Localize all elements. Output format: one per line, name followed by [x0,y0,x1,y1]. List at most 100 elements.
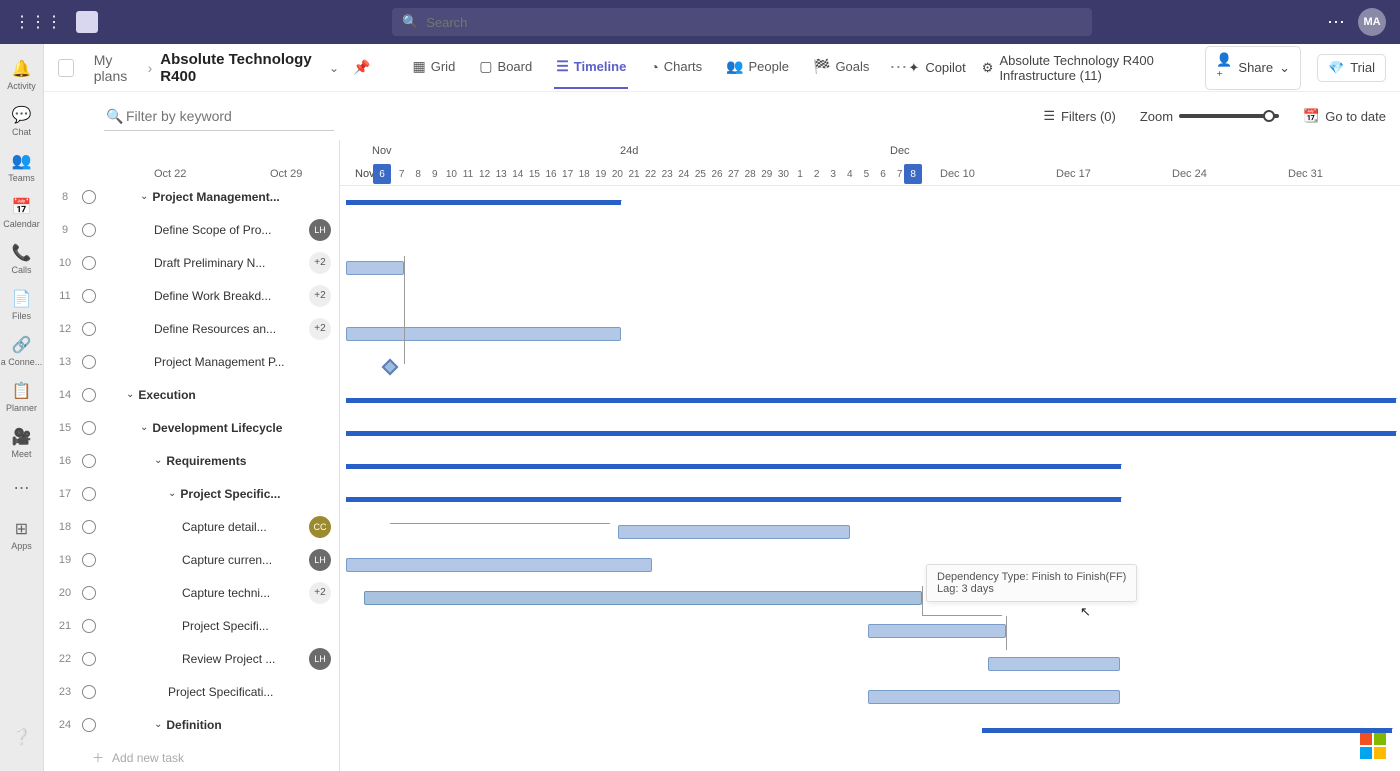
task-row[interactable]: 8⌄Project Management... [44,180,339,213]
task-label[interactable]: Define Resources an... [154,322,309,336]
share-button[interactable]: 👤⁺Share⌄ [1205,46,1301,90]
zoom-control[interactable]: Zoom [1140,109,1279,124]
add-task-button[interactable]: ＋Add new task [44,741,339,771]
complete-toggle[interactable] [82,718,96,732]
assignee-avatar[interactable]: +2 [309,252,331,274]
selected-day[interactable]: 8 [904,164,922,184]
rail-help[interactable]: ❔ [0,715,44,761]
rail-planner[interactable]: 📋Planner [0,374,44,420]
task-row[interactable]: 9Define Scope of Pro...LH [44,213,339,246]
task-row[interactable]: 10Draft Preliminary N...+2 [44,246,339,279]
task-row[interactable]: 21Project Specifi... [44,609,339,642]
trial-button[interactable]: 💎Trial [1317,54,1386,82]
assignee-avatar[interactable]: LH [309,549,331,571]
more-views-icon[interactable]: ⋯ [889,57,908,78]
task-row[interactable]: 17⌄Project Specific... [44,477,339,510]
copilot-button[interactable]: ✦Copilot [908,60,965,76]
task-label[interactable]: Project Specificati... [168,685,339,699]
task-label[interactable]: Draft Preliminary N... [154,256,309,270]
rail-calls[interactable]: 📞Calls [0,236,44,282]
tab-board[interactable]: ▢Board [477,46,534,89]
complete-toggle[interactable] [82,322,96,336]
global-search[interactable]: 🔍 [392,8,1092,36]
task-label[interactable]: Capture techni... [182,586,309,600]
plan-dropdown[interactable]: ⌄ [329,61,339,75]
task-row[interactable]: 14⌄Execution [44,378,339,411]
task-row[interactable]: 20Capture techni...+2 [44,576,339,609]
user-avatar[interactable]: MA [1358,8,1386,36]
task-row[interactable]: 11Define Work Breakd...+2 [44,279,339,312]
task-label[interactable]: Capture curren... [182,553,309,567]
task-row[interactable]: 19Capture curren...LH [44,543,339,576]
task-label[interactable]: Requirements [166,454,339,468]
task-label[interactable]: Project Specifi... [182,619,339,633]
complete-toggle[interactable] [82,685,96,699]
complete-toggle[interactable] [82,586,96,600]
task-row[interactable]: 13Project Management P... [44,345,339,378]
rail-teams[interactable]: 👥Teams [0,144,44,190]
rail-more[interactable]: ⋯ [0,466,44,512]
complete-toggle[interactable] [82,355,96,369]
task-bar[interactable] [364,591,922,605]
summary-bar[interactable] [982,728,1392,733]
rail-chat[interactable]: 💬Chat [0,98,44,144]
task-label[interactable]: Definition [166,718,339,732]
assignee-avatar[interactable]: LH [309,648,331,670]
filter-input[interactable] [104,102,334,131]
complete-toggle[interactable] [82,520,96,534]
complete-toggle[interactable] [82,223,96,237]
task-label[interactable]: Execution [138,388,339,402]
rail-meet[interactable]: 🎥Meet [0,420,44,466]
complete-toggle[interactable] [82,190,96,204]
rail-apps[interactable]: ⊞Apps [0,512,44,558]
tab-charts[interactable]: ◔Charts [648,46,704,89]
task-bar[interactable] [868,690,1120,704]
teams-app-icon[interactable] [76,11,98,33]
rail-files[interactable]: 📄Files [0,282,44,328]
go-to-date-button[interactable]: 📆Go to date [1303,108,1386,124]
assignee-avatar[interactable]: +2 [309,582,331,604]
selected-day[interactable]: 6 [373,164,391,184]
task-row[interactable]: 22Review Project ...LH [44,642,339,675]
zoom-slider[interactable] [1179,114,1279,118]
task-bar[interactable] [346,261,404,275]
complete-toggle[interactable] [82,421,96,435]
rail-connections[interactable]: 🔗a Conne... [0,328,44,374]
tab-grid[interactable]: ▦Grid [411,46,458,89]
assignee-avatar[interactable]: +2 [309,285,331,307]
tab-timeline[interactable]: ☰Timeline [554,46,628,89]
back-button[interactable] [58,59,74,77]
task-label[interactable]: Define Work Breakd... [154,289,309,303]
tab-people[interactable]: 👥People [724,46,791,89]
collapse-toggle[interactable]: ⌄ [140,422,148,433]
task-label[interactable]: Review Project ... [182,652,309,666]
summary-bar[interactable] [346,200,621,205]
complete-toggle[interactable] [82,619,96,633]
task-bar[interactable] [618,525,850,539]
pin-icon[interactable]: 📌 [353,59,370,76]
task-row[interactable]: 24⌄Definition [44,708,339,741]
task-label[interactable]: Project Management P... [154,355,339,369]
tab-goals[interactable]: 🏁Goals [811,46,871,89]
task-label[interactable]: Define Scope of Pro... [154,223,309,237]
waffle-icon[interactable]: ⋮⋮⋮ [14,12,62,32]
collapse-toggle[interactable]: ⌄ [140,191,148,202]
task-label[interactable]: Capture detail... [182,520,309,534]
task-row[interactable]: 15⌄Development Lifecycle [44,411,339,444]
task-bar[interactable] [346,327,621,341]
complete-toggle[interactable] [82,289,96,303]
task-label[interactable]: Project Specific... [180,487,339,501]
collapse-toggle[interactable]: ⌄ [154,455,162,466]
rail-activity[interactable]: 🔔Activity [0,52,44,98]
task-bar[interactable] [346,558,652,572]
complete-toggle[interactable] [82,256,96,270]
assignee-avatar[interactable]: CC [309,516,331,538]
task-bar[interactable] [988,657,1120,671]
complete-toggle[interactable] [82,487,96,501]
task-label[interactable]: Development Lifecycle [152,421,339,435]
gantt-chart[interactable]: Dependency Type: Finish to Finish(FF) La… [340,186,1400,771]
task-label[interactable]: Project Management... [152,190,339,204]
infrastructure-link[interactable]: ⚙Absolute Technology R400 Infrastructure… [982,53,1189,83]
assignee-avatar[interactable]: +2 [309,318,331,340]
search-input[interactable] [426,15,1082,30]
